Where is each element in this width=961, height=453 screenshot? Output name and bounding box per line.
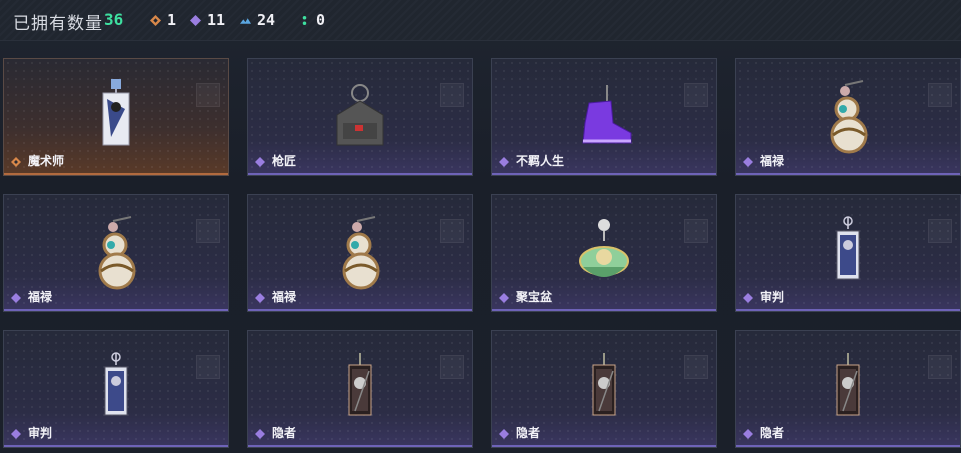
card-decoration	[196, 83, 220, 107]
card-decoration	[684, 355, 708, 379]
item-card[interactable]: 审判	[735, 194, 961, 312]
rarity-bar	[492, 445, 716, 447]
stat-orange-value: 1	[167, 11, 177, 29]
item-name: 福禄	[28, 290, 53, 304]
rarity-bar	[736, 309, 960, 311]
owned-count-label: 已拥有数量	[13, 14, 103, 34]
card-decoration	[440, 355, 464, 379]
purple-rarity-icon	[499, 429, 509, 439]
orange-diamond-icon	[150, 14, 161, 26]
item-card[interactable]: 福禄	[3, 194, 229, 312]
stat-blue: 24	[240, 11, 275, 29]
purple-rarity-icon	[499, 293, 509, 303]
item-card[interactable]: 审判	[3, 330, 229, 448]
purple-rarity-icon	[11, 293, 21, 303]
rarity-bar	[736, 173, 960, 175]
owned-count-value: 36	[104, 10, 124, 29]
card-decoration	[928, 219, 952, 243]
purple-rarity-icon	[743, 293, 753, 303]
judgment-card-pendant-icon	[81, 351, 151, 431]
purple-rarity-icon	[743, 157, 753, 167]
rarity-bar	[248, 309, 472, 311]
purple-rarity-icon	[255, 157, 265, 167]
stat-orange: 1	[150, 11, 176, 29]
card-decoration	[196, 219, 220, 243]
item-card[interactable]: 隐者	[247, 330, 473, 448]
item-name: 枪匠	[272, 154, 297, 168]
item-name: 审判	[28, 426, 53, 440]
rarity-bar	[736, 445, 960, 447]
green-dots-icon	[302, 15, 307, 25]
card-decoration	[684, 219, 708, 243]
gourd-pendant-icon	[813, 79, 883, 159]
magician-card-pendant-icon	[81, 79, 151, 159]
item-name: 不羁人生	[516, 154, 565, 168]
blue-chevrons-icon	[240, 17, 251, 24]
rarity-bar	[492, 309, 716, 311]
judgment-card-pendant-icon	[813, 215, 883, 295]
stat-purple-value: 11	[207, 11, 226, 29]
stat-green: 0	[299, 11, 325, 29]
sneaker-pendant-icon	[569, 79, 639, 159]
purple-rarity-icon	[499, 157, 509, 167]
card-decoration	[684, 83, 708, 107]
purple-rarity-icon	[11, 429, 21, 439]
card-decoration	[440, 83, 464, 107]
item-name: 隐者	[272, 426, 297, 440]
hermit-card-pendant-icon	[569, 351, 639, 431]
stat-blue-value: 24	[257, 11, 276, 29]
treasure-bowl-pendant-icon	[569, 215, 639, 295]
card-decoration	[928, 355, 952, 379]
purple-rarity-icon	[255, 293, 265, 303]
purple-diamond-icon	[190, 14, 201, 26]
inventory-header: 已拥有数量 36 1 11 24 0	[0, 0, 961, 41]
item-card[interactable]: 福禄	[735, 58, 961, 176]
item-card[interactable]: 枪匠	[247, 58, 473, 176]
gourd-pendant-icon	[81, 215, 151, 295]
gourd-pendant-icon	[325, 215, 395, 295]
rarity-bar	[4, 309, 228, 311]
rarity-bar	[492, 173, 716, 175]
item-name: 福禄	[760, 154, 785, 168]
hermit-card-pendant-icon	[813, 351, 883, 431]
rarity-bar	[248, 445, 472, 447]
item-card[interactable]: 不羁人生	[491, 58, 717, 176]
card-decoration	[196, 355, 220, 379]
rarity-bar	[4, 445, 228, 447]
item-name: 魔术师	[28, 154, 65, 168]
stat-purple: 11	[190, 11, 225, 29]
item-card[interactable]: 魔术师	[3, 58, 229, 176]
item-card[interactable]: 聚宝盆	[491, 194, 717, 312]
stat-green-value: 0	[316, 11, 326, 29]
item-name: 审判	[760, 290, 785, 304]
item-name: 福禄	[272, 290, 297, 304]
hermit-card-pendant-icon	[325, 351, 395, 431]
item-name: 隐者	[516, 426, 541, 440]
card-decoration	[928, 83, 952, 107]
card-decoration	[440, 219, 464, 243]
item-card[interactable]: 福禄	[247, 194, 473, 312]
item-card[interactable]: 隐者	[735, 330, 961, 448]
purple-rarity-icon	[255, 429, 265, 439]
gunsmith-bag-pendant-icon	[325, 79, 395, 159]
rarity-bar	[248, 173, 472, 175]
item-name: 聚宝盆	[516, 290, 553, 304]
rarity-bar	[4, 173, 228, 175]
purple-rarity-icon	[743, 429, 753, 439]
item-card[interactable]: 隐者	[491, 330, 717, 448]
item-name: 隐者	[760, 426, 785, 440]
orange-rarity-icon	[11, 157, 21, 167]
